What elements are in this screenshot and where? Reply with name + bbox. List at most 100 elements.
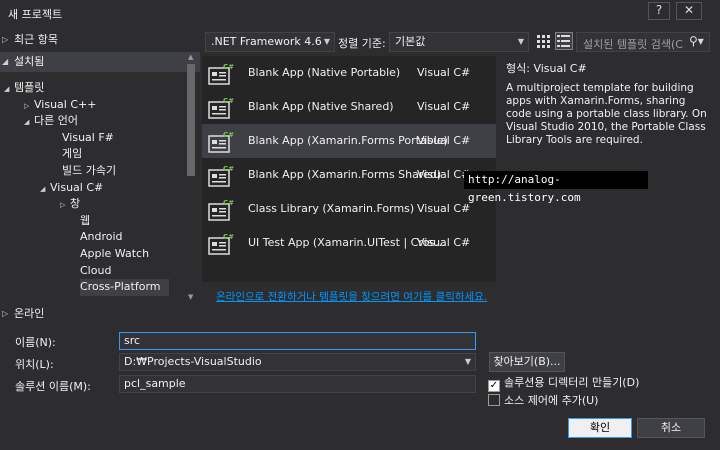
help-button[interactable]: ?: [648, 2, 670, 20]
tree-item-label: 웹: [80, 213, 91, 227]
recent-label: 최근 항목: [14, 33, 58, 46]
tree-item-label: Visual C++: [34, 97, 97, 111]
csharp-project-icon: C#: [208, 130, 234, 153]
name-label: 이름(N):: [15, 336, 56, 349]
tree-item-label: Visual C#: [50, 180, 104, 194]
svg-text:C#: C#: [223, 63, 234, 71]
svg-text:C#: C#: [223, 131, 234, 139]
collapse-arrow-icon[interactable]: ◢: [24, 114, 34, 131]
expand-arrow-icon[interactable]: ▷: [60, 197, 70, 214]
tree-item[interactable]: Apple Watch: [80, 246, 149, 263]
collapse-arrow-icon[interactable]: ◢: [4, 81, 14, 98]
csharp-project-icon: C#: [208, 232, 234, 255]
tree-item[interactable]: ▷ Visual C++: [24, 97, 96, 114]
solution-name-input[interactable]: pcl_sample: [119, 375, 476, 393]
installed-section[interactable]: ◢ 설치됨: [0, 52, 200, 72]
template-name: Blank App (Native Shared): [248, 100, 394, 113]
tree-item[interactable]: ◢ 템플릿: [4, 80, 44, 97]
source-control-label: 소스 제어에 추가(U): [504, 394, 599, 407]
expand-arrow-icon: ▷: [2, 35, 9, 44]
location-value: D:₩Projects-VisualStudio: [124, 355, 262, 368]
source-control-checkbox[interactable]: 소스 제어에 추가(U): [488, 394, 598, 410]
project-name-input[interactable]: src: [119, 332, 476, 350]
ok-button[interactable]: 확인: [568, 418, 632, 438]
grid-view-button[interactable]: [534, 32, 552, 50]
framework-select[interactable]: .NET Framework 4.6 ▼: [205, 32, 335, 52]
template-name: Blank App (Xamarin.Forms Shared): [248, 168, 442, 181]
csharp-project-icon: C#: [208, 198, 234, 221]
template-search-input[interactable]: 설치된 템플릿 검색(C ⚲▾: [576, 32, 710, 52]
tree-scroll-thumb[interactable]: [187, 64, 195, 176]
tree-item[interactable]: Visual F#: [62, 130, 114, 147]
sort-label: 정렬 기준:: [338, 37, 386, 50]
scroll-down-icon[interactable]: ▼: [188, 293, 193, 301]
template-description: A multiproject template for building app…: [506, 82, 707, 146]
scroll-up-icon[interactable]: ▲: [188, 53, 193, 61]
tree-item[interactable]: ◢ 다른 언어: [24, 113, 78, 130]
sort-select[interactable]: 기본값 ▼: [389, 32, 529, 52]
template-language: Visual C#: [417, 66, 471, 79]
search-icon[interactable]: ⚲▾: [689, 34, 704, 48]
template-row[interactable]: C# Class Library (Xamarin.Forms) Visual C#: [202, 192, 496, 226]
expand-arrow-icon[interactable]: ▷: [24, 98, 34, 115]
tree-item[interactable]: ▷ 창: [60, 196, 80, 213]
location-combo[interactable]: D:₩Projects-VisualStudio ▼: [119, 353, 476, 371]
tree-item-label: Android: [80, 230, 123, 244]
template-row[interactable]: C# Blank App (Xamarin.Forms Shared) Visual…: [202, 158, 496, 192]
template-row[interactable]: C# Blank App (Native Shared) Visual C#: [202, 90, 496, 124]
solution-name-label: 솔루션 이름(M):: [15, 380, 91, 393]
tree-item[interactable]: 웹: [80, 213, 90, 230]
tree-item[interactable]: 게임: [62, 146, 82, 163]
tree-item-label: 다른 언어: [34, 114, 78, 128]
template-type: 형식: Visual C#: [506, 62, 587, 75]
svg-text:C#: C#: [223, 199, 234, 207]
tree-item[interactable]: Android: [80, 229, 123, 246]
tree-item-label: 창: [70, 197, 81, 211]
window-title: 새 프로젝트: [8, 8, 63, 21]
checkbox-unchecked-icon[interactable]: [488, 394, 500, 406]
category-pane: ▷ 최근 항목 ◢ 설치됨 ◢ 템플릿 ▷ Visual C++ ◢ 다른 언어 Visua…: [0, 28, 200, 310]
tree-item-label: Apple Watch: [80, 247, 150, 260]
search-placeholder: 설치된 템플릿 검색(C: [583, 38, 683, 51]
csharp-project-icon: C#: [208, 62, 234, 85]
template-language: Visual C#: [417, 168, 471, 181]
chevron-down-icon: ▼: [323, 37, 330, 46]
online-templates-link[interactable]: 온라인으로 전환하거나 템플릿을 찾으려면 여기를 클릭하세요.: [216, 290, 492, 304]
template-language: Visual C#: [417, 236, 471, 249]
tree-item-label: Cross-Platform: [80, 280, 161, 294]
template-name: UI Test App (Xamarin.UITest | Cros...: [248, 236, 446, 249]
watermark-label: http://analog-green.tistory.com: [464, 171, 648, 204]
chevron-down-icon: ▼: [517, 37, 524, 46]
framework-value: .NET Framework 4.6: [211, 35, 322, 48]
collapse-arrow-icon[interactable]: ◢: [40, 181, 50, 198]
close-button[interactable]: ✕: [676, 2, 702, 20]
recent-section[interactable]: ▷ 최근 항목: [0, 30, 200, 50]
expand-arrow-icon: ▷: [2, 309, 9, 318]
tree-item-label: 게임: [62, 147, 83, 161]
tree-item-label: Cloud: [80, 263, 112, 277]
create-directory-checkbox[interactable]: ✓ 솔루션용 디렉터리 만들기(D): [488, 376, 639, 392]
template-language: Visual C#: [417, 134, 471, 147]
grid-icon: [537, 35, 550, 48]
tree-item[interactable]: ◢ Visual C#: [40, 180, 103, 197]
title-bar: [0, 0, 720, 26]
online-section[interactable]: ▷ 온라인: [0, 304, 200, 324]
template-row[interactable]: C# Blank App (Xamarin.Forms Portable) Visu…: [202, 124, 496, 158]
tree-item-label: 템플릿: [14, 81, 45, 94]
svg-text:C#: C#: [223, 165, 234, 173]
sort-value: 기본값: [395, 35, 426, 48]
template-details: 형식: Visual C# A multiproject template fo…: [506, 60, 714, 147]
tree-item-label: 빌드 가속기: [62, 164, 117, 177]
template-row[interactable]: C# UI Test App (Xamarin.UITest | Cros... V…: [202, 226, 496, 260]
checkbox-checked-icon[interactable]: ✓: [488, 380, 500, 392]
collapse-arrow-icon: ◢: [2, 57, 9, 66]
tree-item[interactable]: 빌드 가속기: [62, 163, 116, 180]
browse-button[interactable]: 찾아보기(B)...: [489, 352, 565, 372]
list-icon: [557, 35, 570, 47]
installed-label: 설치됨: [14, 55, 45, 68]
template-row[interactable]: C# Blank App (Native Portable) Visual C#: [202, 56, 496, 90]
cancel-button[interactable]: 취소: [637, 418, 705, 438]
list-view-button[interactable]: [555, 32, 573, 50]
tree-item[interactable]: Cross-Platform: [80, 279, 169, 296]
tree-item[interactable]: Cloud: [80, 263, 111, 280]
